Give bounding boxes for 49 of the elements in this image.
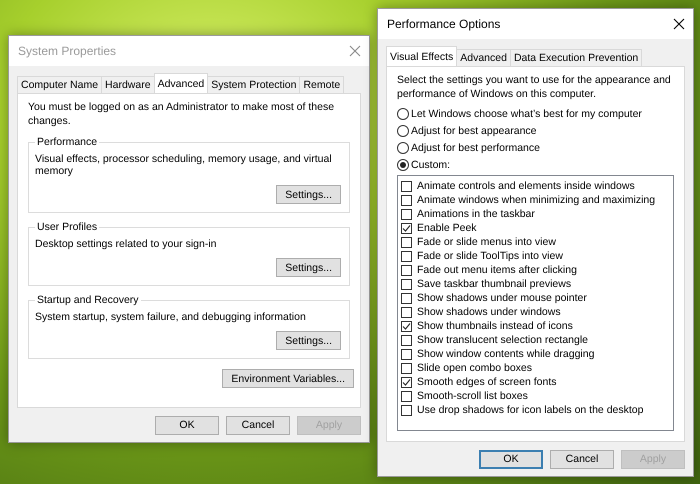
tab[interactable]: Visual Effects [386,46,458,66]
radio-label: Adjust for best performance [411,142,540,154]
radio-option[interactable]: Let Windows choose what’s best for my computer [397,105,674,122]
checkbox-label: Show window contents while dragging [417,348,594,360]
settings-button[interactable]: Settings... [276,331,341,350]
checkbox-label: Slide open combo boxes [417,362,532,374]
checkbox-label: Fade or slide ToolTips into view [417,250,563,262]
dialog-button[interactable]: Cancel [226,416,290,434]
checkbox-label: Animations in the taskbar [417,208,535,220]
group-description: System startup, system failure, and debugging information [35,311,307,323]
checkbox-label: Show shadows under windows [417,306,561,318]
checkbox-label: Enable Peek [417,222,477,234]
radio-label: Let Windows choose what’s best for my computer [411,108,642,120]
environment-variables-button[interactable]: Environment Variables... [222,369,354,388]
checkbox-label: Show translucent selection rectangle [417,334,588,346]
checkbox-label: Show thumbnails instead of icons [417,320,573,332]
checkbox-label: Fade out menu items after clicking [417,264,577,276]
group-description: Desktop settings related to your sign-in [35,238,218,250]
checkbox-label: Save taskbar thumbnail previews [417,278,572,290]
checkbox-label: Show shadows under mouse pointer [417,292,587,304]
radio-option[interactable]: Custom: [397,156,674,173]
dialog-button[interactable]: Cancel [550,450,614,468]
tab[interactable]: System Protection [207,76,300,93]
group-title: Startup and Recovery [36,294,140,306]
description-text: You must be logged on as an Administrator to make most of these changes. [28,100,336,128]
group-title: User Profiles [36,221,98,233]
radio-option[interactable]: Adjust for best appearance [397,122,674,139]
tab[interactable]: Data Execution Prevention [510,49,642,66]
tab[interactable]: Advanced [154,73,208,93]
settings-button[interactable]: Settings... [276,185,341,204]
dialog-button[interactable]: OK [155,416,219,434]
description-text: Select the settings you want to use for the appearance and performance of Windows on this computer. [397,73,672,101]
tab[interactable]: Computer Name [17,76,102,93]
checkbox-label: Fade or slide menus into view [417,236,556,248]
checkbox-label: Animate windows when minimizing and maximizing [417,194,656,206]
checkbox-label: Smooth-scroll list boxes [417,390,528,402]
radio-label: Adjust for best appearance [411,124,536,136]
radio-option[interactable]: Adjust for best performance [397,139,674,156]
dialog-button[interactable]: OK [479,450,543,468]
checkbox-label: Use drop shadows for icon labels on the desktop [417,404,644,416]
checkbox-label: Animate controls and elements inside windows [417,180,635,192]
checkbox-label: Smooth edges of screen fonts [417,376,556,388]
settings-button[interactable]: Settings... [276,258,341,277]
group-description: Visual effects, processor scheduling, memory usage, and virtual memory [35,153,333,177]
radio-label: Custom: [411,158,450,170]
group-title: Performance [36,136,98,148]
window-title: System Properties [18,44,116,58]
tab[interactable]: Remote [299,76,344,93]
window-title: Performance Options [387,17,500,31]
